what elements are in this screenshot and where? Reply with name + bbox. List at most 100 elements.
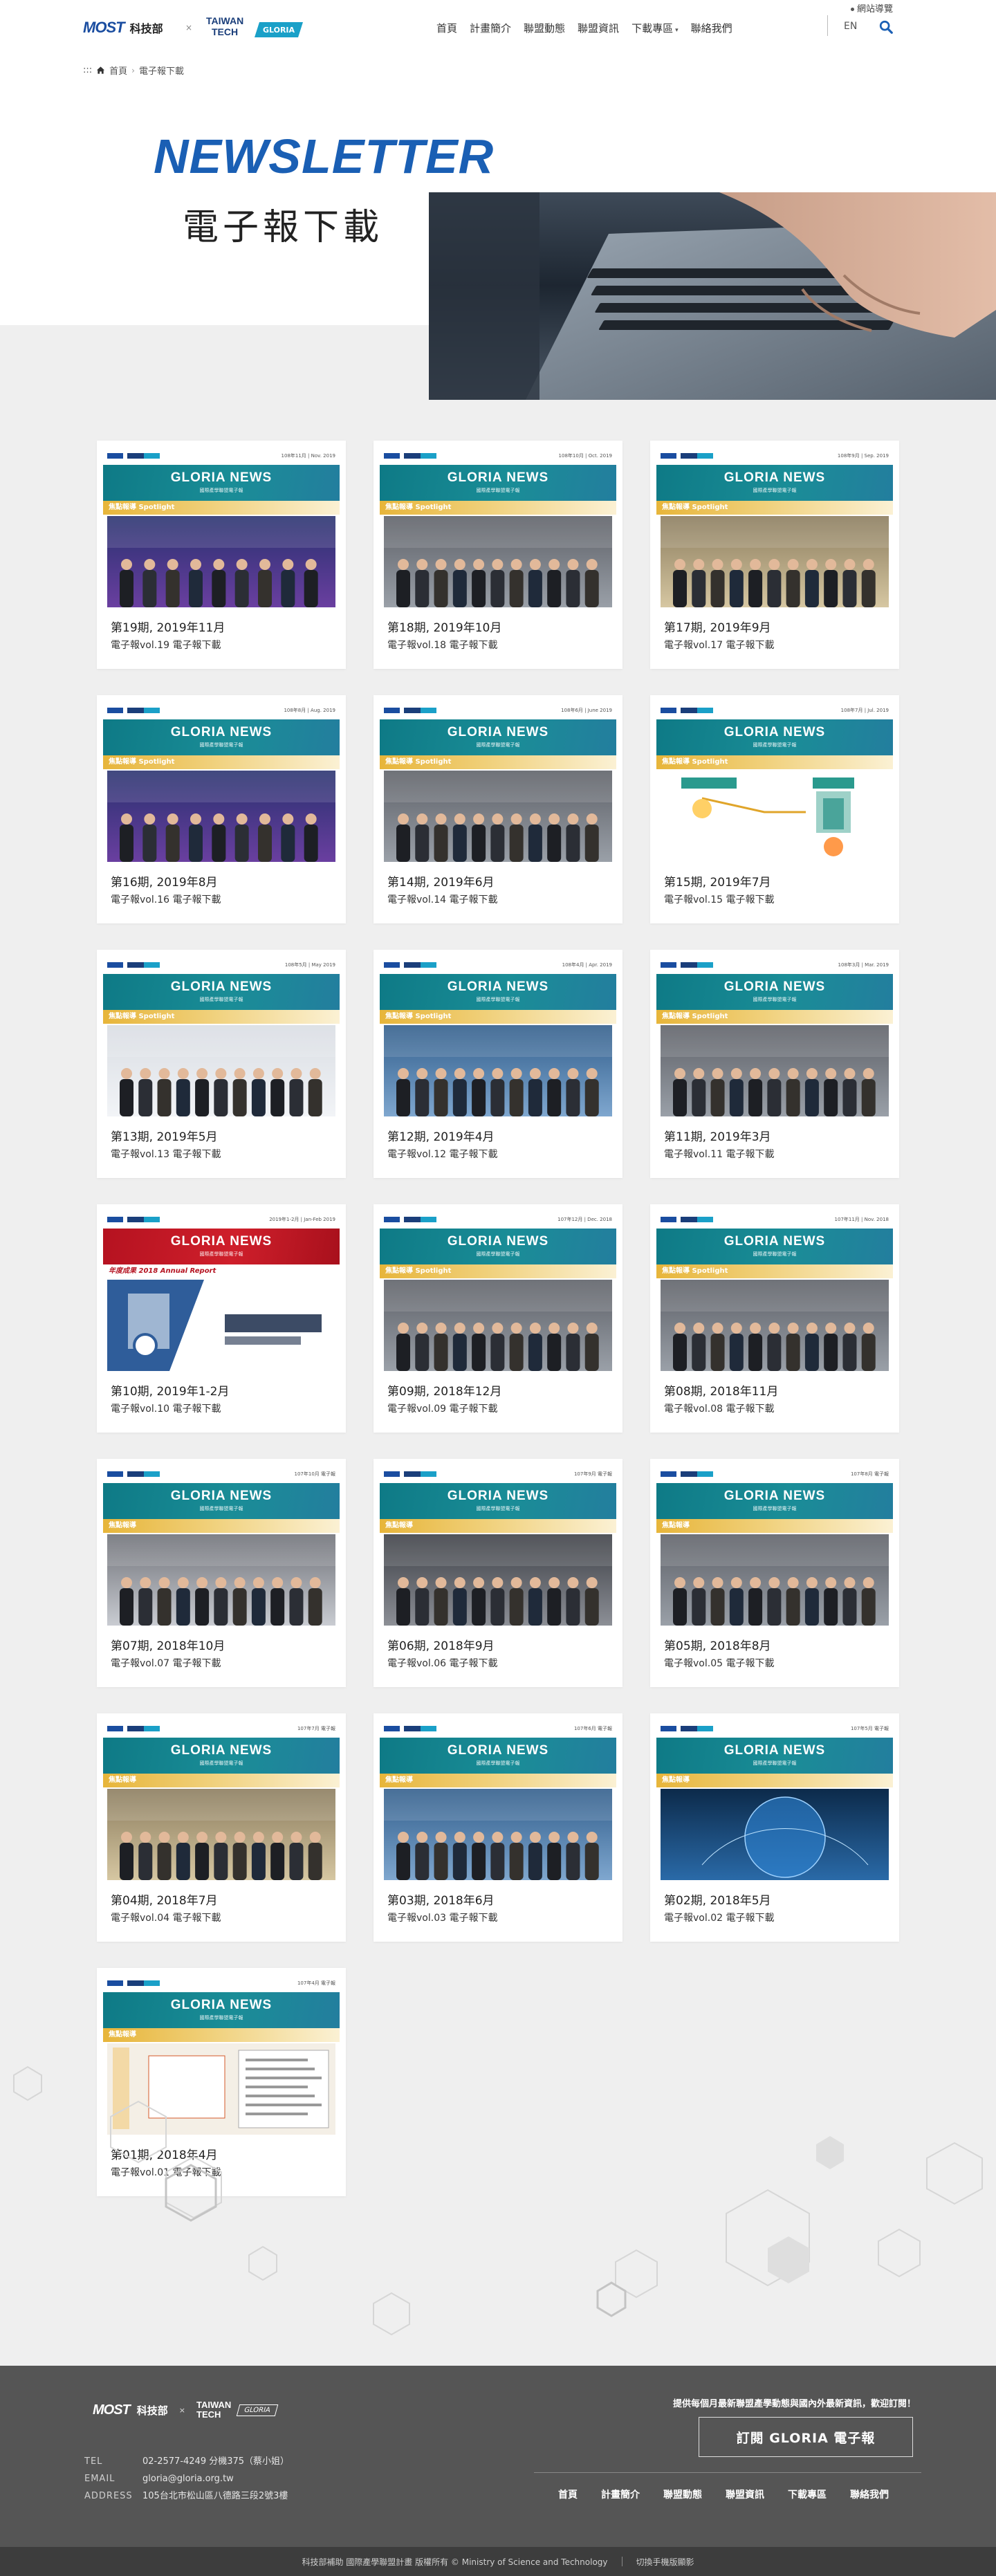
card-issue-title[interactable]: 第06期, 2018年9月	[387, 1636, 495, 1653]
newsletter-cover-thumbnail[interactable]: 108年9月 | Sep. 2019 GLORIA NEWS 國際產學聯盟電子報 焦點…	[656, 447, 893, 609]
nav-item[interactable]: 下載專區 ▾	[625, 21, 685, 35]
card-download-link[interactable]: 電子報vol.07 電子報下載	[111, 1656, 221, 1670]
card-download-link[interactable]: 電子報vol.15 電子報下載	[664, 892, 774, 906]
card-issue-title[interactable]: 第07期, 2018年10月	[111, 1636, 225, 1653]
footer-nav-item[interactable]: 計畫簡介	[589, 2487, 652, 2501]
cover-header: 107年12月 | Dec. 2018	[380, 1211, 616, 1229]
newsletter-card[interactable]: 108年4月 | Apr. 2019 GLORIA NEWS 國際產學聯盟電子報 焦點…	[374, 950, 622, 1178]
card-download-link[interactable]: 電子報vol.17 電子報下載	[664, 638, 774, 652]
nav-item[interactable]: 聯盟動態	[517, 21, 571, 35]
card-download-link[interactable]: 電子報vol.13 電子報下載	[111, 1147, 221, 1161]
footer-nav-item[interactable]: 聯絡我們	[838, 2487, 901, 2501]
breadcrumb-home[interactable]: 首頁	[109, 64, 127, 77]
card-download-link[interactable]: 電子報vol.08 電子報下載	[664, 1401, 774, 1415]
nav-item[interactable]: 計畫簡介	[463, 21, 517, 35]
mobile-version-link[interactable]: 切換手機版顯影	[636, 2556, 694, 2568]
card-download-link[interactable]: 電子報vol.09 電子報下載	[387, 1401, 497, 1415]
card-download-link[interactable]: 電子報vol.02 電子報下載	[664, 1911, 774, 1924]
card-download-link[interactable]: 電子報vol.11 電子報下載	[664, 1147, 774, 1161]
card-download-link[interactable]: 電子報vol.16 電子報下載	[111, 892, 221, 906]
card-issue-title[interactable]: 第04期, 2018年7月	[111, 1890, 218, 1908]
card-download-link[interactable]: 電子報vol.19 電子報下載	[111, 638, 221, 652]
newsletter-cover-thumbnail[interactable]: 107年9月 電子報 GLORIA NEWS 國際產學聯盟電子報 焦點報導	[380, 1465, 616, 1627]
card-issue-title[interactable]: 第09期, 2018年12月	[387, 1381, 501, 1399]
newsletter-card[interactable]: 107年7月 電子報 GLORIA NEWS 國際產學聯盟電子報 焦點報導第04期, …	[97, 1713, 346, 1942]
newsletter-cover-thumbnail[interactable]: 107年6月 電子報 GLORIA NEWS 國際產學聯盟電子報 焦點報導	[380, 1720, 616, 1882]
card-issue-title[interactable]: 第19期, 2019年11月	[111, 618, 225, 635]
card-issue-title[interactable]: 第15期, 2019年7月	[664, 872, 771, 890]
card-issue-title[interactable]: 第11期, 2019年3月	[664, 1127, 771, 1144]
most-logo[interactable]: MOST 科技部	[83, 17, 163, 39]
card-issue-title[interactable]: 第18期, 2019年10月	[387, 618, 501, 635]
card-issue-title[interactable]: 第01期, 2018年4月	[111, 2145, 218, 2162]
newsletter-cover-thumbnail[interactable]: 108年6月 | June 2019 GLORIA NEWS 國際產學聯盟電子報 焦點…	[380, 701, 616, 863]
card-issue-title[interactable]: 第08期, 2018年11月	[664, 1381, 778, 1399]
newsletter-cover-thumbnail[interactable]: 107年10月 電子報 GLORIA NEWS 國際產學聯盟電子報 焦點報導	[103, 1465, 340, 1627]
newsletter-card[interactable]: 108年3月 | Mar. 2019 GLORIA NEWS 國際產學聯盟電子報 焦點…	[650, 950, 899, 1178]
card-download-link[interactable]: 電子報vol.14 電子報下載	[387, 892, 497, 906]
footer-nav-item[interactable]: 首頁	[546, 2487, 589, 2501]
newsletter-card[interactable]: 2019年1-2月 | Jan-Feb 2019 GLORIA NEWS 國際產學聯…	[97, 1204, 346, 1433]
subscribe-button[interactable]: 訂閱 GLORIA 電子報	[699, 2417, 913, 2457]
card-download-link[interactable]: 電子報vol.05 電子報下載	[664, 1656, 774, 1670]
newsletter-cover-thumbnail[interactable]: 108年4月 | Apr. 2019 GLORIA NEWS 國際產學聯盟電子報 焦點…	[380, 956, 616, 1118]
newsletter-cover-thumbnail[interactable]: 108年7月 | Jul. 2019 GLORIA NEWS 國際產學聯盟電子報 焦點…	[656, 701, 893, 863]
footer-nav-item[interactable]: 聯盟動態	[652, 2487, 714, 2501]
sitemap-link[interactable]: 網站導覽	[851, 1, 893, 15]
language-switch[interactable]: EN	[844, 21, 857, 32]
newsletter-card[interactable]: 107年4月 電子報 GLORIA NEWS 國際產學聯盟電子報 焦點報導第01期, …	[97, 1968, 346, 2196]
newsletter-card[interactable]: 108年7月 | Jul. 2019 GLORIA NEWS 國際產學聯盟電子報 焦點…	[650, 695, 899, 923]
taiwantech-gloria-logo[interactable]: TAIWAN TECH GLORIA	[196, 15, 304, 40]
newsletter-card[interactable]: 107年6月 電子報 GLORIA NEWS 國際產學聯盟電子報 焦點報導第03期, …	[374, 1713, 622, 1942]
card-issue-title[interactable]: 第13期, 2019年5月	[111, 1127, 218, 1144]
cover-photo	[661, 771, 889, 862]
card-issue-title[interactable]: 第02期, 2018年5月	[664, 1890, 771, 1908]
newsletter-cover-thumbnail[interactable]: 108年10月 | Oct. 2019 GLORIA NEWS 國際產學聯盟電子報焦…	[380, 447, 616, 609]
newsletter-cover-thumbnail[interactable]: 2019年1-2月 | Jan-Feb 2019 GLORIA NEWS 國際產學聯…	[103, 1211, 340, 1372]
cover-title-band: GLORIA NEWS 國際產學聯盟電子報	[656, 1738, 893, 1774]
newsletter-card[interactable]: 107年10月 電子報 GLORIA NEWS 國際產學聯盟電子報 焦點報導第07期,…	[97, 1459, 346, 1687]
card-issue-title[interactable]: 第10期, 2019年1-2月	[111, 1381, 229, 1399]
newsletter-card[interactable]: 108年6月 | June 2019 GLORIA NEWS 國際產學聯盟電子報 焦點…	[374, 695, 622, 923]
card-issue-title[interactable]: 第05期, 2018年8月	[664, 1636, 771, 1653]
card-download-link[interactable]: 電子報vol.04 電子報下載	[111, 1911, 221, 1924]
footer-nav-item[interactable]: 聯盟資訊	[714, 2487, 776, 2501]
newsletter-card[interactable]: 108年11月 | Nov. 2019 GLORIA NEWS 國際產學聯盟電子報焦…	[97, 441, 346, 669]
newsletter-card[interactable]: 108年5月 | May 2019 GLORIA NEWS 國際產學聯盟電子報 焦點報…	[97, 950, 346, 1178]
newsletter-card[interactable]: 108年10月 | Oct. 2019 GLORIA NEWS 國際產學聯盟電子報焦…	[374, 441, 622, 669]
newsletter-cover-thumbnail[interactable]: 107年8月 電子報 GLORIA NEWS 國際產學聯盟電子報 焦點報導	[656, 1465, 893, 1627]
card-issue-title[interactable]: 第12期, 2019年4月	[387, 1127, 495, 1144]
newsletter-cover-thumbnail[interactable]: 108年5月 | May 2019 GLORIA NEWS 國際產學聯盟電子報 焦點報…	[103, 956, 340, 1118]
cover-issue-date: 108年7月 | Jul. 2019	[840, 708, 889, 713]
card-issue-title[interactable]: 第16期, 2019年8月	[111, 872, 218, 890]
card-download-link[interactable]: 電子報vol.12 電子報下載	[387, 1147, 497, 1161]
card-download-link[interactable]: 電子報vol.01 電子報下載	[111, 2165, 221, 2179]
card-issue-title[interactable]: 第03期, 2018年6月	[387, 1890, 495, 1908]
nav-item[interactable]: 聯盟資訊	[571, 21, 625, 35]
newsletter-card[interactable]: 107年11月 | Nov. 2018 GLORIA NEWS 國際產學聯盟電子報焦…	[650, 1204, 899, 1433]
nav-item[interactable]: 聯絡我們	[685, 21, 739, 35]
card-issue-title[interactable]: 第17期, 2019年9月	[664, 618, 771, 635]
newsletter-card[interactable]: 107年9月 電子報 GLORIA NEWS 國際產學聯盟電子報 焦點報導第06期, …	[374, 1459, 622, 1687]
newsletter-card[interactable]: 108年9月 | Sep. 2019 GLORIA NEWS 國際產學聯盟電子報 焦點…	[650, 441, 899, 669]
newsletter-cover-thumbnail[interactable]: 107年7月 電子報 GLORIA NEWS 國際產學聯盟電子報 焦點報導	[103, 1720, 340, 1882]
newsletter-card[interactable]: 107年12月 | Dec. 2018 GLORIA NEWS 國際產學聯盟電子報焦…	[374, 1204, 622, 1433]
card-download-link[interactable]: 電子報vol.18 電子報下載	[387, 638, 497, 652]
newsletter-card[interactable]: 108年8月 | Aug. 2019 GLORIA NEWS 國際產學聯盟電子報 焦點…	[97, 695, 346, 923]
newsletter-cover-thumbnail[interactable]: 108年3月 | Mar. 2019 GLORIA NEWS 國際產學聯盟電子報 焦點…	[656, 956, 893, 1118]
card-download-link[interactable]: 電子報vol.03 電子報下載	[387, 1911, 497, 1924]
newsletter-cover-thumbnail[interactable]: 107年12月 | Dec. 2018 GLORIA NEWS 國際產學聯盟電子報焦…	[380, 1211, 616, 1372]
newsletter-card[interactable]: 107年8月 電子報 GLORIA NEWS 國際產學聯盟電子報 焦點報導第05期, …	[650, 1459, 899, 1687]
card-issue-title[interactable]: 第14期, 2019年6月	[387, 872, 495, 890]
nav-item[interactable]: 首頁	[430, 21, 463, 35]
newsletter-cover-thumbnail[interactable]: 108年11月 | Nov. 2019 GLORIA NEWS 國際產學聯盟電子報焦…	[103, 447, 340, 609]
card-download-link[interactable]: 電子報vol.06 電子報下載	[387, 1656, 497, 1670]
newsletter-cover-thumbnail[interactable]: 107年11月 | Nov. 2018 GLORIA NEWS 國際產學聯盟電子報焦…	[656, 1211, 893, 1372]
newsletter-cover-thumbnail[interactable]: 108年8月 | Aug. 2019 GLORIA NEWS 國際產學聯盟電子報 焦點…	[103, 701, 340, 863]
newsletter-card[interactable]: 107年5月 電子報 GLORIA NEWS 國際產學聯盟電子報 焦點報導第02期, …	[650, 1713, 899, 1942]
newsletter-cover-thumbnail[interactable]: 107年5月 電子報 GLORIA NEWS 國際產學聯盟電子報 焦點報導	[656, 1720, 893, 1882]
card-download-link[interactable]: 電子報vol.10 電子報下載	[111, 1401, 221, 1415]
newsletter-cover-thumbnail[interactable]: 107年4月 電子報 GLORIA NEWS 國際產學聯盟電子報 焦點報導	[103, 1974, 340, 2136]
footer-nav-item[interactable]: 下載專區	[776, 2487, 838, 2501]
search-icon[interactable]	[878, 19, 894, 35]
